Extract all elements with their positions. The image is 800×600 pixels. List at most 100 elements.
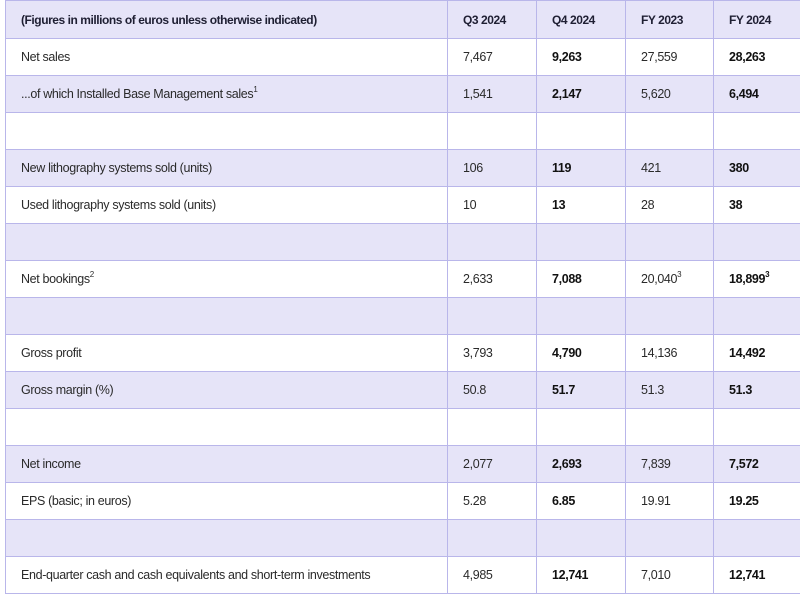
row-value: 7,839: [625, 445, 714, 483]
row-value: 4,790: [536, 334, 626, 372]
table-body: Net sales 7,467 9,263 27,559 28,263 ...of whi…: [5, 38, 800, 594]
row-value: [713, 408, 800, 446]
row-value: 38: [713, 186, 800, 224]
row-value: 6.85: [536, 482, 626, 520]
row-label: Net bookings2: [5, 260, 448, 298]
row-value: 7,572: [713, 445, 800, 483]
row-label: [5, 408, 448, 446]
row-value: 2,693: [536, 445, 626, 483]
row-label-text: EPS (basic; in euros): [21, 494, 132, 508]
row-value: [447, 408, 537, 446]
row-value-text: 28: [641, 198, 655, 212]
row-value-text: 19.25: [729, 494, 759, 508]
row-value: 20,0403: [625, 260, 714, 298]
row-value-text: 12,741: [552, 568, 589, 582]
row-value: 421: [625, 149, 714, 187]
row-value: [625, 223, 714, 261]
row-value: [713, 297, 800, 335]
row-value-text: 2,693: [552, 457, 582, 471]
table-row: ...of which Installed Base Management sa…: [5, 75, 800, 113]
table-row: Net bookings2 2,633 7,088 20,0403 18,8993: [5, 260, 800, 298]
table-row: Gross margin (%) 50.8 51.7 51.3 51.3: [5, 371, 800, 409]
row-value-text: 6,494: [729, 87, 759, 101]
table-row: End-quarter cash and cash equivalents an…: [5, 556, 800, 594]
row-value-text: 10: [463, 198, 477, 212]
header-fy-2024: FY 2024: [713, 0, 800, 39]
row-label-text: End-quarter cash and cash equivalents an…: [21, 568, 371, 582]
row-value-text: 5.28: [463, 494, 486, 508]
row-value: 1,541: [447, 75, 537, 113]
table-row: Net sales 7,467 9,263 27,559 28,263: [5, 38, 800, 76]
row-value: 9,263: [536, 38, 626, 76]
row-label: Net sales: [5, 38, 448, 76]
footnote-marker: 3: [677, 269, 682, 279]
row-value: 28: [625, 186, 714, 224]
table-row: Used lithography systems sold (units) 10 1…: [5, 186, 800, 224]
row-label: [5, 519, 448, 557]
row-value: [447, 297, 537, 335]
row-value-text: 7,010: [641, 568, 671, 582]
table-row: EPS (basic; in euros) 5.28 6.85 19.91 19.25: [5, 482, 800, 520]
row-value: [447, 519, 537, 557]
row-value-text: 51.7: [552, 383, 575, 397]
row-value: 13: [536, 186, 626, 224]
row-value: 18,8993: [713, 260, 800, 298]
row-value: 7,467: [447, 38, 537, 76]
row-value: 51.7: [536, 371, 626, 409]
row-value: 7,010: [625, 556, 714, 594]
row-label: Net income: [5, 445, 448, 483]
row-value: [625, 112, 714, 150]
row-value: 2,147: [536, 75, 626, 113]
table-row: New lithography systems sold (units) 106 1…: [5, 149, 800, 187]
row-value: 14,136: [625, 334, 714, 372]
row-value: 14,492: [713, 334, 800, 372]
row-value-text: 106: [463, 161, 483, 175]
row-value: [536, 519, 626, 557]
row-value-text: 380: [729, 161, 749, 175]
row-label-text: Net income: [21, 457, 81, 471]
row-value-text: 3,793: [463, 346, 493, 360]
header-fy-2023: FY 2023: [625, 0, 714, 39]
row-value: [625, 519, 714, 557]
row-value: 5,620: [625, 75, 714, 113]
row-value: 10: [447, 186, 537, 224]
row-value-text: 51.3: [641, 383, 664, 397]
row-label-text: Used lithography systems sold (units): [21, 198, 216, 212]
row-value-text: 7,088: [552, 272, 582, 286]
header-row: (Figures in millions of euros unless oth…: [5, 0, 800, 39]
row-value: [713, 519, 800, 557]
row-value-text: 2,147: [552, 87, 582, 101]
row-value: 380: [713, 149, 800, 187]
row-value-text: 421: [641, 161, 661, 175]
row-label-text: New lithography systems sold (units): [21, 161, 212, 175]
row-value: 28,263: [713, 38, 800, 76]
row-value: [536, 223, 626, 261]
header-q4-2024: Q4 2024: [536, 0, 626, 39]
row-label-text: Net bookings: [21, 272, 90, 286]
row-value: 2,077: [447, 445, 537, 483]
row-value: 51.3: [625, 371, 714, 409]
table-row: Gross profit 3,793 4,790 14,136 14,492: [5, 334, 800, 372]
footnote-marker: 3: [765, 269, 770, 279]
row-value-text: 13: [552, 198, 566, 212]
row-value-text: 20,040: [641, 272, 678, 286]
footnote-marker: 1: [253, 84, 258, 94]
row-value-text: 5,620: [641, 87, 671, 101]
header-description: (Figures in millions of euros unless oth…: [5, 0, 448, 39]
row-label: [5, 112, 448, 150]
row-value-text: 19.91: [641, 494, 671, 508]
row-value: 3,793: [447, 334, 537, 372]
row-label: ...of which Installed Base Management sa…: [5, 75, 448, 113]
row-value: 50.8: [447, 371, 537, 409]
row-label: Gross margin (%): [5, 371, 448, 409]
table-row: [5, 112, 800, 150]
row-label: Gross profit: [5, 334, 448, 372]
table-row: [5, 519, 800, 557]
row-value: 6,494: [713, 75, 800, 113]
row-label: End-quarter cash and cash equivalents an…: [5, 556, 448, 594]
table-row: Net income 2,077 2,693 7,839 7,572: [5, 445, 800, 483]
financial-table: (Figures in millions of euros unless oth…: [5, 0, 800, 594]
row-value: 4,985: [447, 556, 537, 594]
row-value: [625, 408, 714, 446]
row-value-text: 50.8: [463, 383, 486, 397]
